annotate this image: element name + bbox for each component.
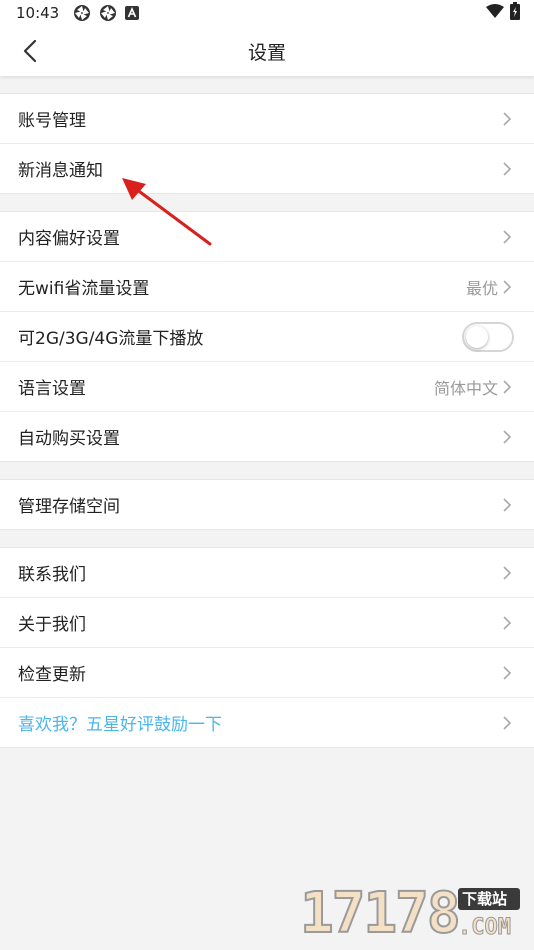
setting-label: 喜欢我？五星好评鼓励一下 [18, 715, 222, 735]
toggle-knob [466, 325, 488, 348]
aperture-icon [99, 4, 117, 22]
back-arrow-icon[interactable] [20, 39, 42, 63]
setting-about-us[interactable]: 关于我们 [0, 598, 534, 648]
battery-icon [510, 2, 520, 24]
site-watermark: 17178 下载站 .COM [299, 881, 528, 946]
setting-label: 新消息通知 [18, 161, 103, 181]
watermark-suffix: .COM [458, 915, 512, 941]
page-title: 设置 [247, 41, 286, 64]
aperture-icon [73, 4, 91, 22]
setting-data-saving[interactable]: 无wifi省流量设置 最优 [0, 262, 534, 312]
setting-label: 账号管理 [18, 111, 86, 131]
setting-value: 简体中文 [433, 378, 498, 398]
chevron-right-icon [503, 497, 512, 512]
settings-group-content: 内容偏好设置 无wifi省流量设置 最优 可2G/3G/4G流量下播放 语言设置… [0, 211, 534, 462]
chevron-right-icon [503, 715, 512, 730]
setting-label: 内容偏好设置 [18, 229, 120, 249]
setting-language[interactable]: 语言设置 简体中文 [0, 362, 534, 412]
setting-value: 最优 [465, 278, 498, 298]
app-bar: 设置 [0, 26, 534, 76]
setting-label: 可2G/3G/4G流量下播放 [18, 329, 204, 349]
status-bar: 10:43 [0, 0, 534, 26]
setting-label: 关于我们 [18, 615, 86, 635]
a-badge-icon [125, 6, 140, 20]
setting-label: 联系我们 [18, 565, 86, 585]
setting-label: 自动购买设置 [18, 429, 120, 449]
setting-mobile-data-playback: 可2G/3G/4G流量下播放 [0, 312, 534, 362]
setting-new-message-notification[interactable]: 新消息通知 [0, 144, 534, 193]
chevron-right-icon [503, 279, 512, 294]
watermark-number: 17178 [299, 881, 462, 946]
annotation-arrow-icon [122, 178, 212, 246]
setting-auto-purchase[interactable]: 自动购买设置 [0, 412, 534, 461]
setting-label: 无wifi省流量设置 [18, 279, 150, 299]
mobile-data-playback-toggle[interactable] [462, 321, 514, 352]
setting-content-preference[interactable]: 内容偏好设置 [0, 212, 534, 262]
setting-contact-us[interactable]: 联系我们 [0, 548, 534, 598]
wifi-icon [486, 4, 504, 22]
settings-group-storage: 管理存储空间 [0, 479, 534, 530]
chevron-right-icon [503, 429, 512, 444]
chevron-right-icon [503, 615, 512, 630]
chevron-right-icon [503, 665, 512, 680]
chevron-right-icon [503, 161, 512, 176]
chevron-right-icon [503, 379, 512, 394]
setting-rate-app[interactable]: 喜欢我？五星好评鼓励一下 [0, 698, 534, 747]
setting-label: 语言设置 [18, 379, 86, 399]
setting-label: 检查更新 [18, 665, 86, 685]
settings-group-about: 联系我们 关于我们 检查更新 喜欢我？五星好评鼓励一下 [0, 547, 534, 748]
setting-account-management[interactable]: 账号管理 [0, 94, 534, 144]
chevron-right-icon [503, 229, 512, 244]
setting-check-update[interactable]: 检查更新 [0, 648, 534, 698]
setting-manage-storage[interactable]: 管理存储空间 [0, 480, 534, 529]
watermark-tag: 下载站 [462, 890, 508, 908]
chevron-right-icon [503, 111, 512, 126]
setting-label: 管理存储空间 [18, 497, 120, 517]
chevron-right-icon [503, 565, 512, 580]
status-time: 10:43 [16, 4, 60, 22]
settings-group-account: 账号管理 新消息通知 [0, 93, 534, 194]
